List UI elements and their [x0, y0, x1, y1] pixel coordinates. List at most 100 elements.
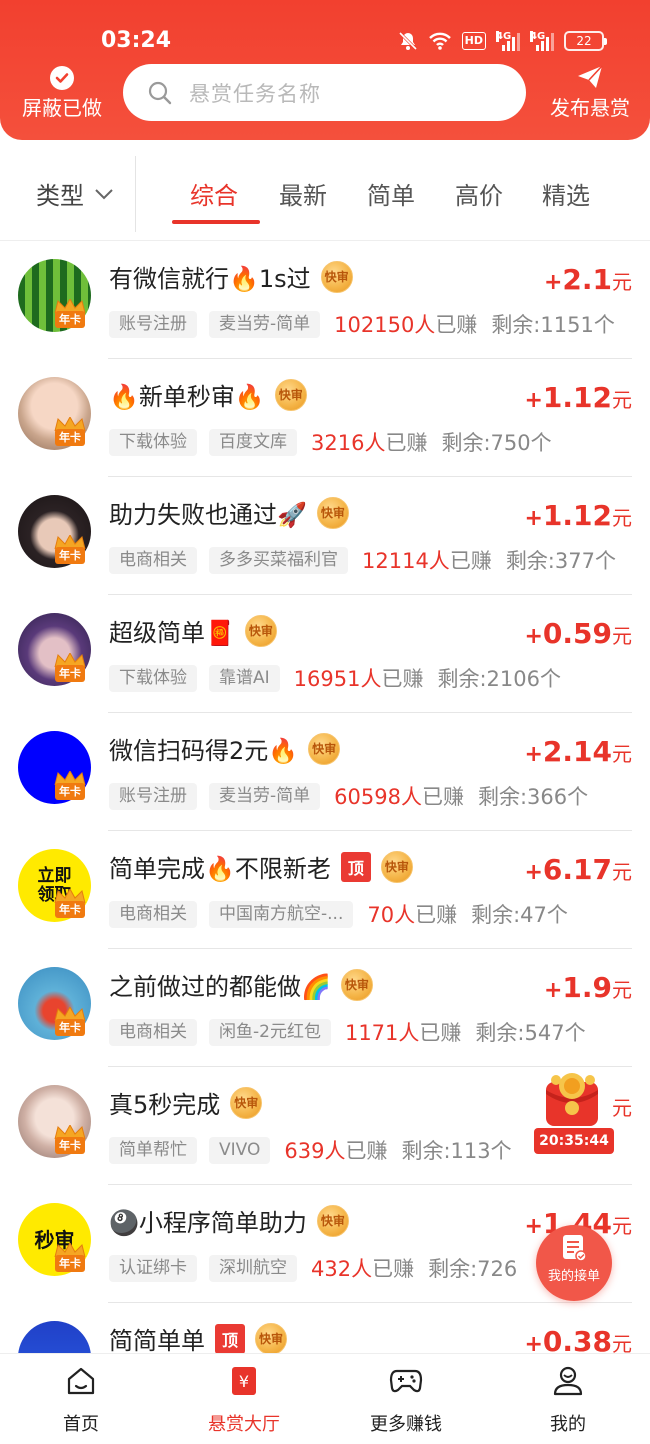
- remaining-count: 剩余:750个: [441, 431, 552, 455]
- tab-simple[interactable]: 简单: [367, 176, 415, 211]
- reward-plus: +: [524, 860, 543, 885]
- tab-featured[interactable]: 精选: [542, 176, 590, 211]
- vip-crown-icon: 年卡: [52, 771, 88, 803]
- task-row[interactable]: 年卡 🔥新单秒审🔥 快审 下载体验 百度文库 3216人 已赚 剩余:750个 +1.12元: [0, 359, 650, 477]
- task-tag: 中国南方航空-...: [209, 900, 354, 928]
- task-tag: 多多买菜福利官: [209, 546, 348, 574]
- reward-unit: 元: [612, 742, 632, 766]
- vip-crown-icon: 年卡: [52, 299, 88, 331]
- reward-amount: 1.12: [542, 381, 612, 414]
- my-orders-label: 我的接单: [547, 1269, 600, 1284]
- reward-plus: +: [524, 1214, 543, 1239]
- task-meta-line: 下载体验 百度文库 3216人 已赚 剩余:750个: [109, 427, 552, 457]
- reward-amount: 1.9: [562, 971, 612, 1004]
- task-row[interactable]: 年卡简简单单顶快审+0.38元: [0, 1303, 650, 1353]
- task-meta-line: 简单帮忙 VIVO 639人 已赚 剩余:113个: [109, 1135, 512, 1165]
- task-title: 助力失败也通过🚀: [109, 501, 307, 529]
- task-avatar: [18, 1321, 91, 1353]
- task-tag: 麦当劳-简单: [209, 310, 321, 338]
- reward-amount: 6.17: [542, 853, 612, 886]
- task-title: 真5秒完成: [109, 1091, 221, 1119]
- profile-icon: [508, 1364, 628, 1398]
- earned-count: 3216人: [311, 431, 386, 455]
- reward-plus: +: [524, 506, 543, 531]
- task-row[interactable]: 年卡 微信扫码得2元🔥 快审 账号注册 麦当劳-简单 60598人 已赚 剩余:366个 +2.…: [0, 713, 650, 831]
- task-title-line: 🔥新单秒审🔥 快审: [109, 377, 307, 412]
- earned-count: 1171人: [344, 1021, 420, 1045]
- type-filter-dropdown[interactable]: 类型: [36, 176, 114, 211]
- task-reward: 元: [612, 1089, 632, 1122]
- vip-label: 年卡: [55, 901, 85, 918]
- earned-suffix: 已赚: [381, 667, 424, 691]
- remaining-count: 剩余:366个: [477, 785, 589, 809]
- reward-amount: 0.38: [542, 1325, 612, 1353]
- task-title-line: 简简单单顶快审: [109, 1321, 287, 1353]
- tab-high-price[interactable]: 高价: [455, 176, 503, 211]
- task-meta-line: 下载体验 靠谱AI 16951人 已赚 剩余:2106个: [109, 663, 561, 693]
- nav-more-earn[interactable]: 更多赚钱: [346, 1364, 466, 1436]
- app-root: 03:24 HD 4G 4G 22 屏蔽已做 悬赏任务名称 发布悬赏 类型 综合…: [0, 0, 650, 1444]
- task-tag: 下载体验: [109, 664, 197, 692]
- reward-amount: 2.14: [542, 735, 612, 768]
- vip-crown-icon: 年卡: [52, 1007, 88, 1039]
- vip-crown-icon: 年卡: [52, 653, 88, 685]
- filter-bar: 类型 综合 最新 简单 高价 精选: [0, 156, 650, 240]
- task-title-line: 🎱小程序简单助力 快审: [109, 1203, 349, 1238]
- task-row[interactable]: 年卡 有微信就行🔥1s过 快审 账号注册 麦当劳-简单 102150人 已赚 剩余:1151个…: [0, 241, 650, 359]
- task-meta-line: 电商相关 闲鱼-2元红包 1171人 已赚 剩余:547个: [109, 1017, 586, 1047]
- remaining-count: 剩余:377个: [505, 549, 616, 573]
- mute-icon: [398, 31, 417, 51]
- earned-count: 639人: [284, 1139, 346, 1163]
- task-tag: 账号注册: [109, 310, 197, 338]
- wifi-icon: [428, 32, 451, 50]
- top-badge: 顶: [340, 851, 371, 882]
- reward-unit: 元: [612, 624, 632, 648]
- top-badge: 顶: [215, 1323, 245, 1353]
- red-packet-widget[interactable]: 20:35:44: [532, 1072, 614, 1156]
- task-title: 🔥新单秒审🔥: [109, 383, 265, 411]
- task-title-line: 真5秒完成 快审: [109, 1085, 263, 1120]
- earned-suffix: 已赚: [435, 313, 478, 337]
- nav-reward-hall[interactable]: ¥ 悬赏大厅: [184, 1364, 304, 1436]
- remaining-count: 剩余:113个: [401, 1139, 512, 1163]
- task-meta-line: 认证绑卡 深圳航空 432人 已赚 剩余:726: [109, 1253, 517, 1283]
- fast-review-badge: 快审: [320, 260, 353, 293]
- earned-suffix: 已赚: [372, 1257, 415, 1281]
- task-row[interactable]: 年卡 超级简单🧧 快审 下载体验 靠谱AI 16951人 已赚 剩余:2106个 +0.59元: [0, 595, 650, 713]
- filter-divider: [135, 156, 136, 232]
- nav-home[interactable]: 首页: [21, 1364, 141, 1436]
- vip-label: 年卡: [55, 1255, 85, 1272]
- earned-suffix: 已赚: [419, 1021, 462, 1045]
- red-packet-icon: [546, 1073, 598, 1126]
- hide-done-button[interactable]: 屏蔽已做: [18, 66, 106, 121]
- task-reward: +0.38元: [524, 1325, 632, 1353]
- hide-done-label: 屏蔽已做: [22, 96, 102, 120]
- fast-review-badge: 快审: [316, 496, 349, 529]
- reward-plus: +: [524, 742, 543, 767]
- my-orders-button[interactable]: 我的接单: [536, 1225, 612, 1301]
- nav-profile-label: 我的: [550, 1414, 586, 1435]
- nav-profile[interactable]: 我的: [508, 1364, 628, 1436]
- vip-label: 年卡: [55, 1137, 85, 1154]
- remaining-count: 剩余:47个: [471, 903, 568, 927]
- task-reward: +2.1元: [544, 263, 632, 296]
- signal-2-label: 4G: [530, 31, 546, 42]
- tab-newest[interactable]: 最新: [279, 176, 327, 211]
- tab-comprehensive[interactable]: 综合: [190, 176, 238, 211]
- fast-review-badge: 快审: [340, 968, 373, 1001]
- task-reward: +6.17元: [524, 853, 632, 886]
- earned-count: 70人: [367, 903, 416, 927]
- earned-count: 102150人: [334, 313, 436, 337]
- task-row[interactable]: 年卡 助力失败也通过🚀 快审 电商相关 多多买菜福利官 12114人 已赚 剩余:377个 +1…: [0, 477, 650, 595]
- svg-text:¥: ¥: [239, 1372, 249, 1391]
- task-row[interactable]: 年卡 之前做过的都能做🌈 快审 电商相关 闲鱼-2元红包 1171人 已赚 剩余:547个 +1…: [0, 949, 650, 1067]
- search-input[interactable]: 悬赏任务名称: [123, 64, 526, 121]
- publish-label: 发布悬赏: [550, 96, 630, 120]
- fast-review-badge: 快审: [380, 850, 413, 883]
- publish-reward-button[interactable]: 发布悬赏: [542, 64, 638, 121]
- task-row[interactable]: 立即 领取 年卡 简单完成🔥不限新老顶快审 电商相关 中国南方航空-... 70人 已赚 剩余…: [0, 831, 650, 949]
- bottom-nav: 首页 ¥ 悬赏大厅 更多赚钱 我的: [0, 1353, 650, 1444]
- reward-unit: 元: [612, 978, 632, 1002]
- earned-suffix: 已赚: [449, 549, 492, 573]
- vip-crown-icon: 年卡: [52, 417, 88, 449]
